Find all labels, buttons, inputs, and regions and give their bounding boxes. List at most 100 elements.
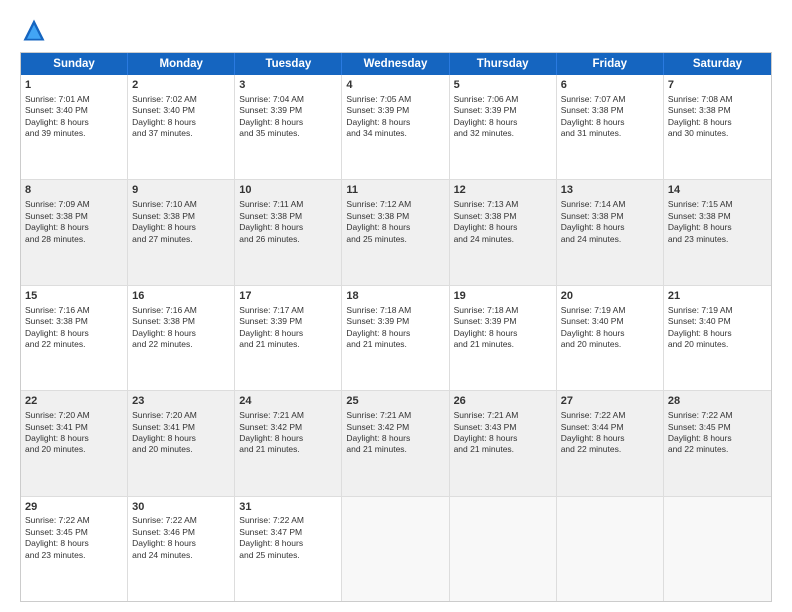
day-cell-8: 8Sunrise: 7:09 AM Sunset: 3:38 PM Daylig… — [21, 180, 128, 284]
day-number: 16 — [132, 289, 230, 304]
day-number: 10 — [239, 183, 337, 198]
day-info: Sunrise: 7:18 AM Sunset: 3:39 PM Dayligh… — [454, 305, 552, 351]
day-number: 20 — [561, 289, 659, 304]
calendar-row-3: 22Sunrise: 7:20 AM Sunset: 3:41 PM Dayli… — [21, 390, 771, 495]
day-info: Sunrise: 7:02 AM Sunset: 3:40 PM Dayligh… — [132, 94, 230, 140]
day-number: 9 — [132, 183, 230, 198]
day-info: Sunrise: 7:16 AM Sunset: 3:38 PM Dayligh… — [25, 305, 123, 351]
day-cell-14: 14Sunrise: 7:15 AM Sunset: 3:38 PM Dayli… — [664, 180, 771, 284]
empty-cell-4-5 — [557, 497, 664, 601]
day-cell-2: 2Sunrise: 7:02 AM Sunset: 3:40 PM Daylig… — [128, 75, 235, 179]
day-info: Sunrise: 7:18 AM Sunset: 3:39 PM Dayligh… — [346, 305, 444, 351]
day-info: Sunrise: 7:22 AM Sunset: 3:45 PM Dayligh… — [668, 410, 767, 456]
day-number: 25 — [346, 394, 444, 409]
day-cell-28: 28Sunrise: 7:22 AM Sunset: 3:45 PM Dayli… — [664, 391, 771, 495]
day-number: 1 — [25, 78, 123, 93]
calendar-row-0: 1Sunrise: 7:01 AM Sunset: 3:40 PM Daylig… — [21, 75, 771, 179]
day-number: 22 — [25, 394, 123, 409]
day-cell-5: 5Sunrise: 7:06 AM Sunset: 3:39 PM Daylig… — [450, 75, 557, 179]
day-number: 29 — [25, 500, 123, 515]
day-cell-1: 1Sunrise: 7:01 AM Sunset: 3:40 PM Daylig… — [21, 75, 128, 179]
calendar-row-1: 8Sunrise: 7:09 AM Sunset: 3:38 PM Daylig… — [21, 179, 771, 284]
day-number: 4 — [346, 78, 444, 93]
empty-cell-4-6 — [664, 497, 771, 601]
day-info: Sunrise: 7:01 AM Sunset: 3:40 PM Dayligh… — [25, 94, 123, 140]
day-number: 6 — [561, 78, 659, 93]
day-number: 30 — [132, 500, 230, 515]
day-number: 27 — [561, 394, 659, 409]
day-info: Sunrise: 7:06 AM Sunset: 3:39 PM Dayligh… — [454, 94, 552, 140]
day-info: Sunrise: 7:04 AM Sunset: 3:39 PM Dayligh… — [239, 94, 337, 140]
header — [20, 16, 772, 44]
day-cell-17: 17Sunrise: 7:17 AM Sunset: 3:39 PM Dayli… — [235, 286, 342, 390]
day-number: 26 — [454, 394, 552, 409]
day-info: Sunrise: 7:19 AM Sunset: 3:40 PM Dayligh… — [561, 305, 659, 351]
day-cell-25: 25Sunrise: 7:21 AM Sunset: 3:42 PM Dayli… — [342, 391, 449, 495]
header-day-thursday: Thursday — [450, 53, 557, 75]
day-cell-29: 29Sunrise: 7:22 AM Sunset: 3:45 PM Dayli… — [21, 497, 128, 601]
day-cell-16: 16Sunrise: 7:16 AM Sunset: 3:38 PM Dayli… — [128, 286, 235, 390]
day-number: 14 — [668, 183, 767, 198]
day-info: Sunrise: 7:10 AM Sunset: 3:38 PM Dayligh… — [132, 199, 230, 245]
day-info: Sunrise: 7:22 AM Sunset: 3:45 PM Dayligh… — [25, 515, 123, 561]
day-cell-11: 11Sunrise: 7:12 AM Sunset: 3:38 PM Dayli… — [342, 180, 449, 284]
day-cell-7: 7Sunrise: 7:08 AM Sunset: 3:38 PM Daylig… — [664, 75, 771, 179]
day-info: Sunrise: 7:12 AM Sunset: 3:38 PM Dayligh… — [346, 199, 444, 245]
day-cell-4: 4Sunrise: 7:05 AM Sunset: 3:39 PM Daylig… — [342, 75, 449, 179]
day-number: 13 — [561, 183, 659, 198]
day-number: 18 — [346, 289, 444, 304]
day-number: 8 — [25, 183, 123, 198]
day-cell-18: 18Sunrise: 7:18 AM Sunset: 3:39 PM Dayli… — [342, 286, 449, 390]
day-info: Sunrise: 7:19 AM Sunset: 3:40 PM Dayligh… — [668, 305, 767, 351]
day-info: Sunrise: 7:21 AM Sunset: 3:43 PM Dayligh… — [454, 410, 552, 456]
calendar-row-4: 29Sunrise: 7:22 AM Sunset: 3:45 PM Dayli… — [21, 496, 771, 601]
day-number: 21 — [668, 289, 767, 304]
day-cell-31: 31Sunrise: 7:22 AM Sunset: 3:47 PM Dayli… — [235, 497, 342, 601]
empty-cell-4-3 — [342, 497, 449, 601]
header-day-monday: Monday — [128, 53, 235, 75]
day-cell-9: 9Sunrise: 7:10 AM Sunset: 3:38 PM Daylig… — [128, 180, 235, 284]
header-day-wednesday: Wednesday — [342, 53, 449, 75]
day-cell-21: 21Sunrise: 7:19 AM Sunset: 3:40 PM Dayli… — [664, 286, 771, 390]
day-cell-12: 12Sunrise: 7:13 AM Sunset: 3:38 PM Dayli… — [450, 180, 557, 284]
day-number: 15 — [25, 289, 123, 304]
calendar-body: 1Sunrise: 7:01 AM Sunset: 3:40 PM Daylig… — [21, 75, 771, 601]
header-day-saturday: Saturday — [664, 53, 771, 75]
day-number: 12 — [454, 183, 552, 198]
day-info: Sunrise: 7:21 AM Sunset: 3:42 PM Dayligh… — [239, 410, 337, 456]
day-number: 11 — [346, 183, 444, 198]
day-cell-10: 10Sunrise: 7:11 AM Sunset: 3:38 PM Dayli… — [235, 180, 342, 284]
day-info: Sunrise: 7:22 AM Sunset: 3:47 PM Dayligh… — [239, 515, 337, 561]
day-number: 24 — [239, 394, 337, 409]
day-info: Sunrise: 7:22 AM Sunset: 3:44 PM Dayligh… — [561, 410, 659, 456]
day-cell-27: 27Sunrise: 7:22 AM Sunset: 3:44 PM Dayli… — [557, 391, 664, 495]
day-info: Sunrise: 7:15 AM Sunset: 3:38 PM Dayligh… — [668, 199, 767, 245]
day-info: Sunrise: 7:13 AM Sunset: 3:38 PM Dayligh… — [454, 199, 552, 245]
day-number: 19 — [454, 289, 552, 304]
day-cell-15: 15Sunrise: 7:16 AM Sunset: 3:38 PM Dayli… — [21, 286, 128, 390]
day-cell-20: 20Sunrise: 7:19 AM Sunset: 3:40 PM Dayli… — [557, 286, 664, 390]
day-info: Sunrise: 7:07 AM Sunset: 3:38 PM Dayligh… — [561, 94, 659, 140]
day-info: Sunrise: 7:05 AM Sunset: 3:39 PM Dayligh… — [346, 94, 444, 140]
day-info: Sunrise: 7:22 AM Sunset: 3:46 PM Dayligh… — [132, 515, 230, 561]
day-number: 3 — [239, 78, 337, 93]
day-info: Sunrise: 7:20 AM Sunset: 3:41 PM Dayligh… — [25, 410, 123, 456]
day-number: 7 — [668, 78, 767, 93]
day-number: 31 — [239, 500, 337, 515]
header-day-friday: Friday — [557, 53, 664, 75]
page: SundayMondayTuesdayWednesdayThursdayFrid… — [0, 0, 792, 612]
day-cell-23: 23Sunrise: 7:20 AM Sunset: 3:41 PM Dayli… — [128, 391, 235, 495]
day-cell-26: 26Sunrise: 7:21 AM Sunset: 3:43 PM Dayli… — [450, 391, 557, 495]
empty-cell-4-4 — [450, 497, 557, 601]
calendar: SundayMondayTuesdayWednesdayThursdayFrid… — [20, 52, 772, 602]
day-info: Sunrise: 7:09 AM Sunset: 3:38 PM Dayligh… — [25, 199, 123, 245]
day-info: Sunrise: 7:14 AM Sunset: 3:38 PM Dayligh… — [561, 199, 659, 245]
logo-icon — [20, 16, 48, 44]
calendar-row-2: 15Sunrise: 7:16 AM Sunset: 3:38 PM Dayli… — [21, 285, 771, 390]
day-info: Sunrise: 7:21 AM Sunset: 3:42 PM Dayligh… — [346, 410, 444, 456]
day-cell-13: 13Sunrise: 7:14 AM Sunset: 3:38 PM Dayli… — [557, 180, 664, 284]
day-number: 5 — [454, 78, 552, 93]
day-info: Sunrise: 7:20 AM Sunset: 3:41 PM Dayligh… — [132, 410, 230, 456]
day-cell-6: 6Sunrise: 7:07 AM Sunset: 3:38 PM Daylig… — [557, 75, 664, 179]
day-number: 17 — [239, 289, 337, 304]
